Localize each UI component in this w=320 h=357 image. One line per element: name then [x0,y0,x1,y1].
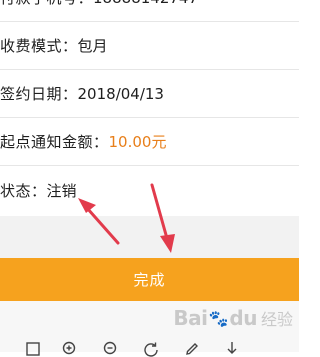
baidu-jingyan-watermark: Bai 🐾 du 经验 [173,306,293,330]
watermark-logo-end: du [229,306,257,330]
row-sign-date: 签约日期： 2018/04/13 [0,70,299,118]
row-label: 收费模式： [0,37,78,55]
download-icon[interactable] [224,341,240,357]
watermark-sub-text: 经验 [260,310,293,329]
row-label: 签约日期： [0,85,78,103]
row-label: 起点通知金额： [0,133,109,151]
spacer-area [0,216,299,258]
row-value: 注销 [46,181,77,200]
row-label: 状态： [0,181,47,200]
row-value: 2018/04/13 [77,84,164,103]
row-value-amount: 10.00元 [108,133,167,151]
row-notify-amount: 起点通知金额： 10.00元 [0,118,299,166]
row-payment-phone: 付款手机号： 18888142747 [0,0,299,22]
row-status: 状态： 注销 [0,166,299,214]
row-label: 付款手机号： [0,0,93,8]
zoom-in-icon[interactable] [62,341,78,357]
edit-pen-icon[interactable] [184,341,200,357]
row-billing-mode: 收费模式： 包月 [0,22,299,70]
row-value: 18888142747 [93,0,198,7]
refresh-icon[interactable] [143,341,159,357]
done-button[interactable]: 完成 [0,258,299,301]
watermark-logo-text: Bai [173,306,208,330]
zoom-out-icon[interactable] [103,341,119,357]
row-value: 包月 [77,37,108,55]
paw-icon: 🐾 [208,308,229,328]
square-icon[interactable] [25,341,41,357]
